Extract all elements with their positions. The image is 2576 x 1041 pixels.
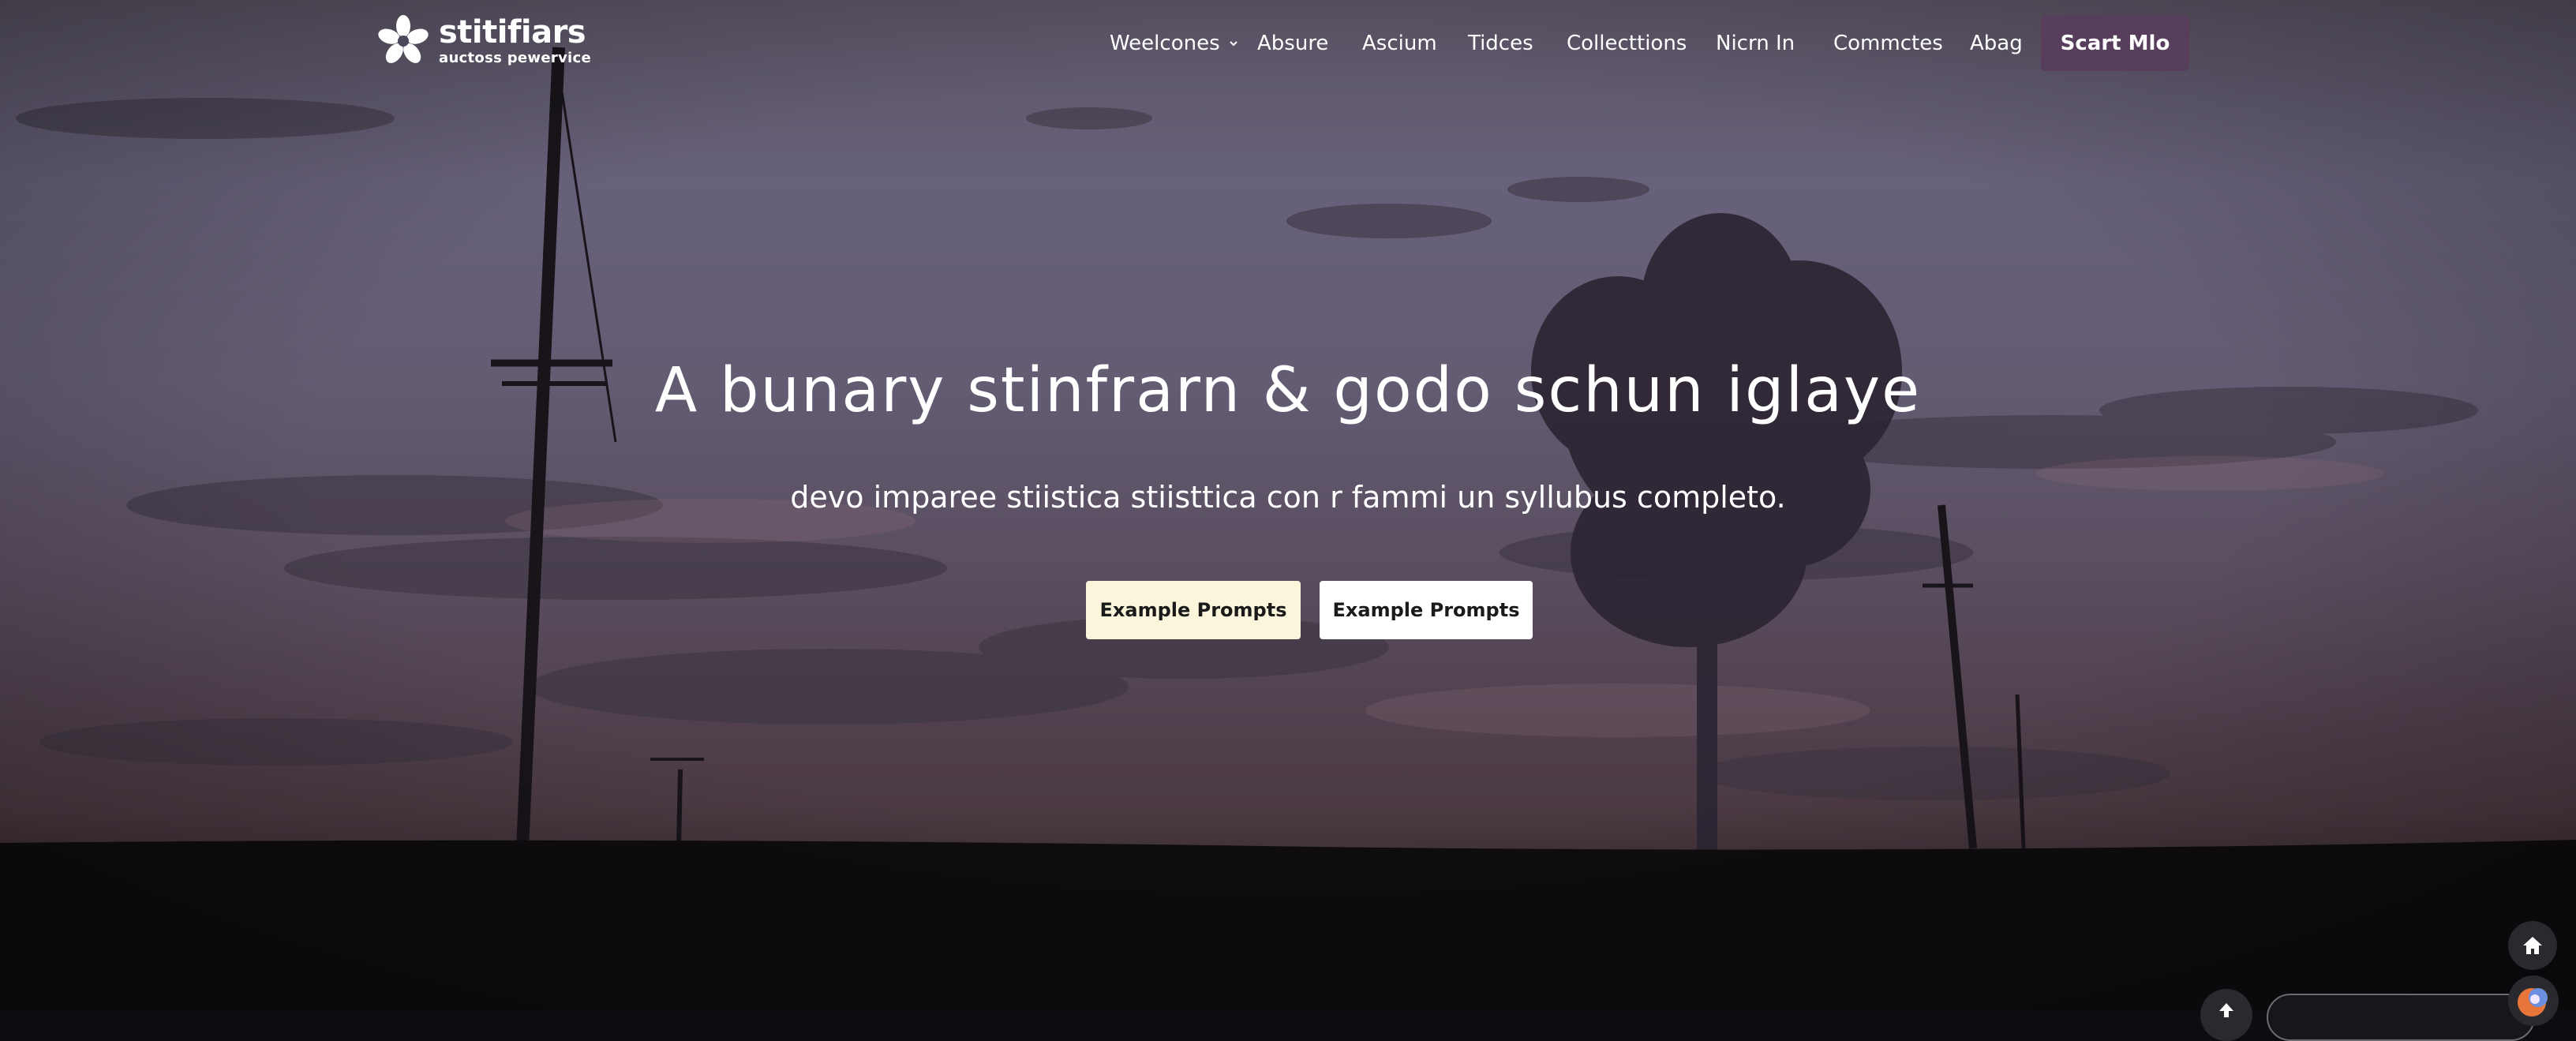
nav-item-label: Weelcones	[1110, 32, 1220, 55]
nav-item-label: Abag	[1970, 32, 2023, 55]
chevron-down-icon	[1229, 41, 1237, 47]
chat-avatar[interactable]	[2508, 975, 2559, 1026]
nav-item-commctes[interactable]: Commctes	[1833, 16, 1943, 71]
home-icon	[2523, 937, 2542, 954]
nav-item-abag[interactable]: Abag	[1970, 16, 2023, 71]
logo-tagline: auctoss pewervice	[439, 50, 591, 66]
flower-logo-icon	[378, 15, 429, 63]
nav-item-collecttions[interactable]: Collecttions	[1567, 16, 1687, 71]
nav-item-label: Commctes	[1833, 32, 1943, 55]
nav-item-tidces[interactable]: Tidces	[1468, 16, 1533, 71]
nav-item-nicrn-in[interactable]: Nicrn In	[1716, 16, 1795, 71]
nav-item-label: Absure	[1257, 32, 1329, 55]
nav-item-absure[interactable]: Absure	[1257, 16, 1328, 71]
home-button[interactable]	[2508, 921, 2557, 970]
top-navbar: stitifiars auctoss pewervice Weelcones A…	[0, 0, 2576, 82]
chat-bubble-icon	[2518, 988, 2548, 1017]
nav-item-ascium[interactable]: Ascium	[1362, 16, 1437, 71]
chat-input-pill[interactable]	[2267, 994, 2535, 1041]
example-prompts-button-secondary[interactable]: Example Prompts	[1320, 581, 1533, 639]
example-prompts-button[interactable]: Example Prompts	[1086, 581, 1301, 639]
hero-subheadline: devo imparee stiistica stiisttica con r …	[790, 480, 1786, 515]
nav-item-weelcones[interactable]: Weelcones	[1110, 16, 1239, 71]
site-logo[interactable]: stitifiars auctoss pewervice	[376, 13, 591, 69]
nav-item-label: Nicrn In	[1716, 32, 1795, 55]
logo-name: stitifiars	[439, 14, 586, 51]
hero-headline: A bunary stinfrarn & godo schun iglaye	[654, 355, 1922, 426]
nav-item-label: Collecttions	[1567, 32, 1687, 55]
scroll-top-button[interactable]	[2200, 989, 2252, 1041]
nav-item-label: Ascium	[1362, 32, 1437, 55]
start-now-button[interactable]: Scart Mlo	[2041, 15, 2189, 71]
arrow-up-icon	[2219, 1003, 2233, 1017]
nav-item-label: Tidces	[1468, 32, 1533, 55]
